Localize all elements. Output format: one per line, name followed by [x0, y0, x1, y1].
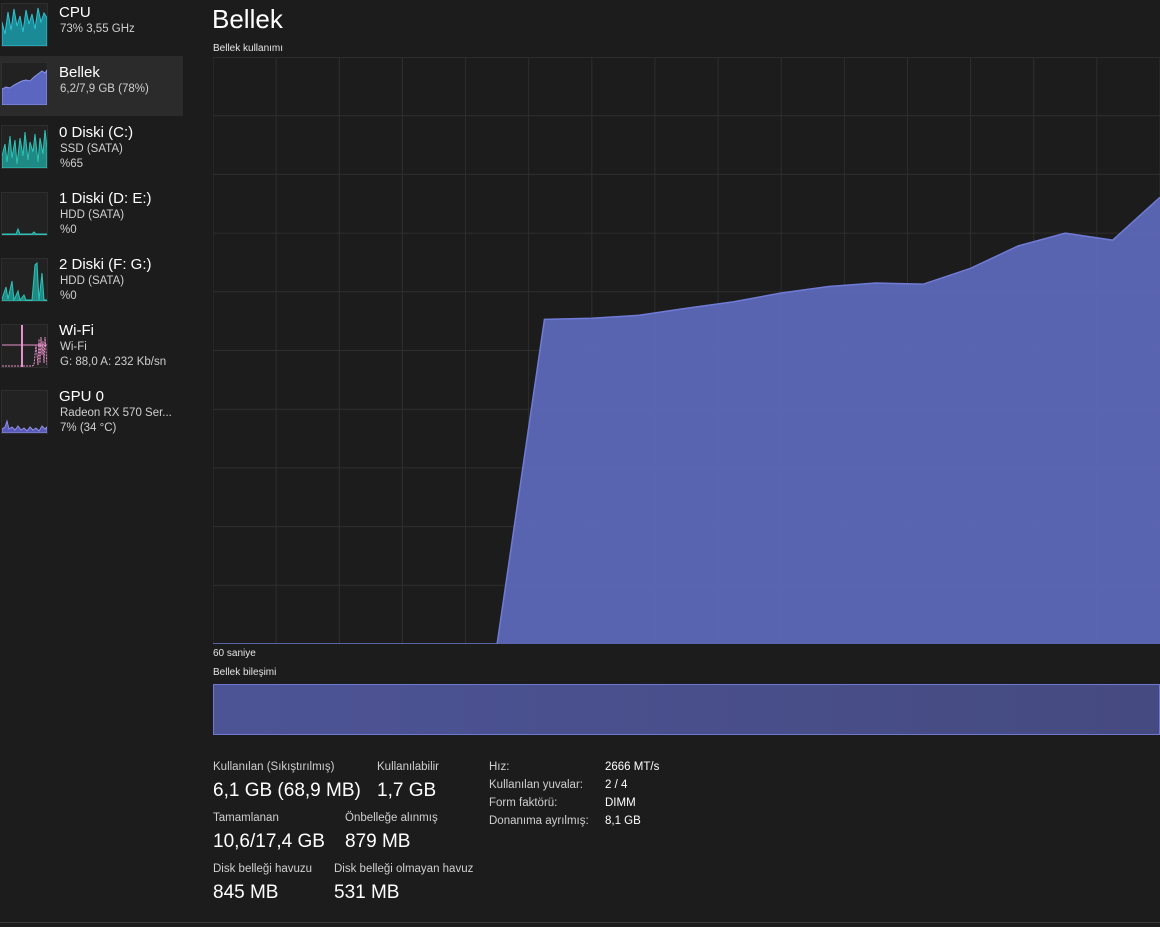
page-title: Bellek [212, 4, 283, 34]
nonpaged-pool-value: 531 MB [334, 882, 400, 903]
hardware-reserved-label: Donanıma ayrılmış: [489, 815, 589, 827]
sidebar-item-title: 2 Diski (F: G:) [59, 256, 152, 273]
nonpaged-pool-label: Disk belleği olmayan havuz [334, 863, 474, 875]
memory-usage-graph [213, 57, 1160, 644]
sidebar-item-temp: 7% (34 °C) [60, 422, 117, 434]
sidebar-item-cpu[interactable]: CPU 73% 3,55 GHz [0, 0, 183, 60]
cached-label: Önbelleğe alınmış [345, 812, 438, 824]
sidebar-item-detail: SSD (SATA) [60, 143, 123, 155]
sidebar-item-throughput: G: 88,0 A: 232 Kb/sn [60, 356, 167, 368]
sidebar-item-usage: %0 [60, 290, 77, 302]
sidebar-item-detail: 6,2/7,9 GB (78%) [60, 83, 149, 95]
form-factor-value: DIMM [605, 797, 636, 809]
disk-graph-icon [1, 125, 48, 169]
form-factor-label: Form faktörü: [489, 797, 558, 809]
disk-graph-icon [1, 192, 48, 236]
wifi-graph-icon [1, 324, 48, 368]
sidebar-item-title: 0 Diski (C:) [59, 124, 134, 141]
cpu-graph-icon [1, 3, 48, 47]
hardware-reserved-value: 8,1 GB [605, 815, 641, 827]
sidebar-item-detail: HDD (SATA) [60, 209, 125, 221]
paged-pool-value: 845 MB [213, 882, 279, 903]
sidebar-item-disk-2[interactable]: 2 Diski (F: G:) HDD (SATA) %0 [0, 252, 183, 312]
speed-value: 2666 MT/s [605, 761, 660, 773]
used-label: Kullanılan (Sıkıştırılmış) [213, 761, 335, 773]
gpu-graph-icon [1, 390, 48, 434]
time-span-label: 60 saniye [213, 648, 256, 659]
sidebar-item-title: GPU 0 [59, 388, 105, 405]
committed-value: 10,6/17,4 GB [213, 831, 325, 852]
sidebar-item-detail: Radeon RX 570 Ser... [60, 407, 172, 419]
sidebar-item-title: Bellek [59, 64, 100, 81]
committed-label: Tamamlanan [213, 812, 279, 824]
available-label: Kullanılabilir [377, 761, 440, 773]
available-value: 1,7 GB [377, 780, 437, 801]
memory-graph-icon [1, 62, 48, 106]
paged-pool-label: Disk belleği havuzu [213, 863, 313, 875]
sidebar-item-detail: Wi-Fi [60, 341, 87, 353]
sidebar-item-title: CPU [59, 4, 91, 21]
sidebar-item-detail: HDD (SATA) [60, 275, 125, 287]
sidebar-item-detail: 73% 3,55 GHz [60, 23, 135, 35]
slots-value: 2 / 4 [605, 779, 628, 791]
sidebar-item-usage: %0 [60, 224, 77, 236]
speed-label: Hız: [489, 761, 510, 773]
bottom-divider [0, 922, 1160, 923]
sidebar-item-disk-1[interactable]: 1 Diski (D: E:) HDD (SATA) %0 [0, 186, 183, 246]
graph-label: Bellek kullanımı [213, 43, 284, 54]
cached-value: 879 MB [345, 831, 411, 852]
sidebar-item-memory[interactable]: Bellek 6,2/7,9 GB (78%) [0, 56, 183, 116]
used-value: 6,1 GB (68,9 MB) [213, 780, 361, 801]
slots-label: Kullanılan yuvalar: [489, 779, 583, 791]
sidebar-item-gpu[interactable]: GPU 0 Radeon RX 570 Ser... 7% (34 °C) [0, 384, 183, 444]
sidebar-item-title: Wi-Fi [59, 322, 94, 339]
sidebar-item-usage: %65 [60, 158, 84, 170]
sidebar-item-disk-0[interactable]: 0 Diski (C:) SSD (SATA) %65 [0, 120, 183, 180]
memory-composition-bar [213, 684, 1160, 735]
sidebar-item-title: 1 Diski (D: E:) [59, 190, 152, 207]
composition-label: Bellek bileşimi [213, 667, 277, 678]
sidebar-item-wifi[interactable]: Wi-Fi Wi-Fi G: 88,0 A: 232 Kb/sn [0, 318, 183, 378]
disk-graph-icon [1, 258, 48, 302]
sidebar: CPU 73% 3,55 GHz Bellek 6,2/7,9 GB (78%)… [0, 0, 183, 927]
